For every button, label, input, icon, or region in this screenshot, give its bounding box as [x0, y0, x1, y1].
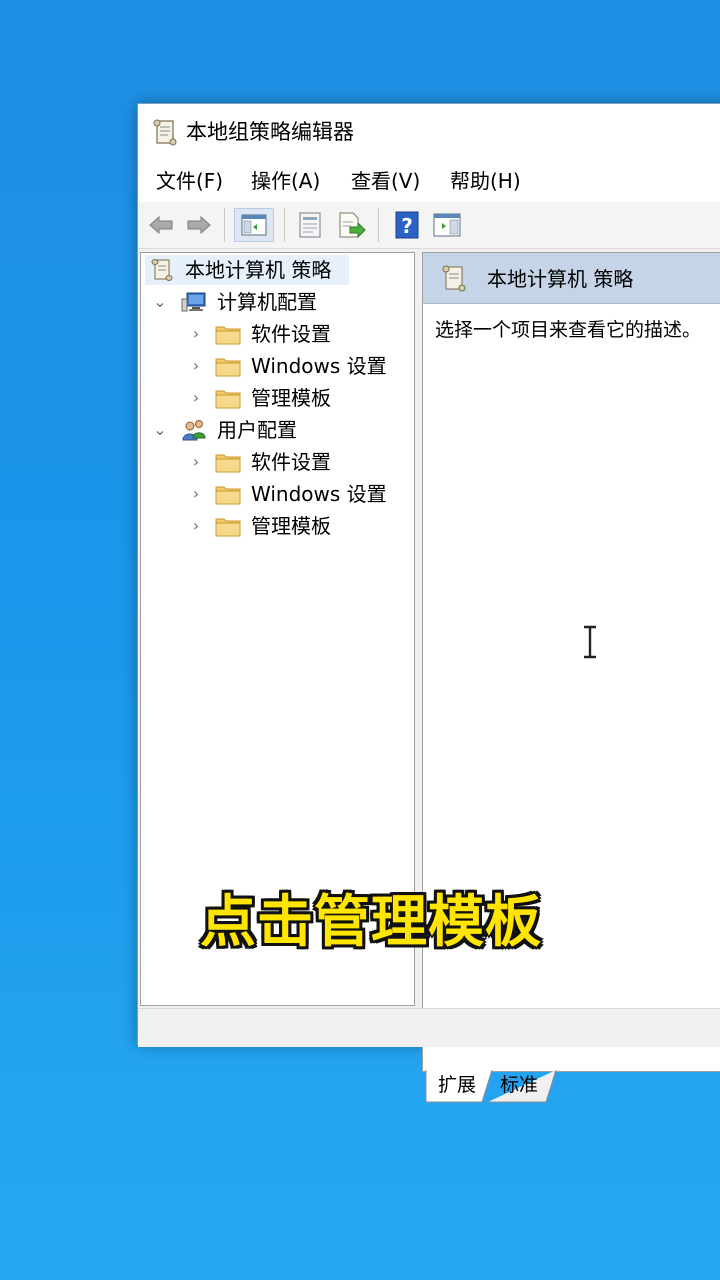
details-header: 本地计算机 策略 — [423, 253, 720, 304]
tree-label: Windows 设置 — [251, 482, 387, 506]
details-header-title: 本地计算机 策略 — [487, 267, 634, 291]
show-hide-tree-icon — [241, 214, 267, 236]
tree-item-user-software-settings[interactable]: › 软件设置 — [141, 447, 411, 477]
export-list-icon[interactable] — [336, 210, 366, 240]
tab-extended[interactable]: 扩展 — [430, 1070, 484, 1102]
tree-root-local-computer-policy[interactable]: 本地计算机 策略 — [145, 255, 349, 285]
tree-label: 计算机配置 — [217, 290, 317, 314]
show-hide-tree-button[interactable] — [234, 208, 274, 242]
chevron-down-icon[interactable]: ⌄ — [153, 415, 167, 445]
folder-icon — [215, 358, 241, 377]
text-cursor-icon — [584, 625, 596, 659]
toolbar: ? — [138, 202, 720, 249]
folder-icon — [215, 486, 241, 505]
chevron-right-icon[interactable]: › — [189, 479, 203, 509]
window-title: 本地组策略编辑器 — [186, 120, 354, 144]
tree-item-user-configuration[interactable]: ⌄ 用户配置 — [141, 415, 411, 445]
tab-standard[interactable]: 标准 — [492, 1070, 546, 1102]
toolbar-separator — [224, 208, 225, 242]
menu-file[interactable]: 文件(F) — [156, 168, 223, 194]
menu-view[interactable]: 查看(V) — [351, 168, 420, 194]
video-caption-overlay: 点击管理模板 — [200, 890, 542, 955]
view-tabs: 扩展 标准 — [422, 1070, 720, 1106]
chevron-right-icon[interactable]: › — [189, 351, 203, 381]
title-bar[interactable]: 本地组策略编辑器 — [138, 104, 720, 160]
svg-text:?: ? — [401, 214, 413, 238]
tree-item-computer-software-settings[interactable]: › 软件设置 — [141, 319, 411, 349]
tree-label: 软件设置 — [251, 322, 331, 346]
menu-bar: 文件(F) 操作(A) 查看(V) 帮助(H) — [138, 160, 720, 203]
folder-icon — [215, 390, 241, 409]
toolbar-separator — [378, 208, 379, 242]
show-hide-action-pane-icon[interactable] — [432, 210, 462, 240]
policy-scroll-icon — [442, 265, 466, 292]
computer-icon — [181, 292, 206, 312]
chevron-right-icon[interactable]: › — [189, 511, 203, 541]
tree-item-computer-configuration[interactable]: ⌄ 计算机配置 — [141, 287, 411, 317]
chevron-right-icon[interactable]: › — [189, 383, 203, 413]
tree-item-user-admin-templates[interactable]: › 管理模板 — [141, 511, 411, 541]
tree-item-user-windows-settings[interactable]: › Windows 设置 — [141, 479, 411, 509]
tree-label: 管理模板 — [251, 514, 331, 538]
menu-action[interactable]: 操作(A) — [251, 168, 320, 194]
chevron-right-icon[interactable]: › — [189, 319, 203, 349]
properties-icon[interactable] — [296, 210, 326, 240]
help-icon[interactable]: ? — [392, 210, 422, 240]
folder-icon — [215, 326, 241, 345]
policy-scroll-icon — [153, 119, 177, 146]
toolbar-separator — [284, 208, 285, 242]
folder-icon — [215, 454, 241, 473]
chevron-right-icon[interactable]: › — [189, 447, 203, 477]
tree-item-computer-windows-settings[interactable]: › Windows 设置 — [141, 351, 411, 381]
tree-label: Windows 设置 — [251, 354, 387, 378]
users-icon — [182, 420, 206, 441]
details-description: 选择一个项目来查看它的描述。 — [435, 319, 702, 341]
chevron-down-icon[interactable]: ⌄ — [153, 287, 167, 317]
tree-label: 管理模板 — [251, 386, 331, 410]
tree-label: 用户配置 — [217, 418, 297, 442]
status-bar — [138, 1008, 720, 1047]
tree-item-computer-admin-templates[interactable]: › 管理模板 — [141, 383, 411, 413]
tree-label: 软件设置 — [251, 450, 331, 474]
back-arrow-icon[interactable] — [146, 210, 176, 240]
menu-help[interactable]: 帮助(H) — [450, 168, 521, 194]
policy-scroll-icon — [151, 259, 173, 281]
folder-icon — [215, 518, 241, 537]
tree-root-label: 本地计算机 策略 — [185, 258, 332, 282]
forward-arrow-icon[interactable] — [184, 210, 214, 240]
